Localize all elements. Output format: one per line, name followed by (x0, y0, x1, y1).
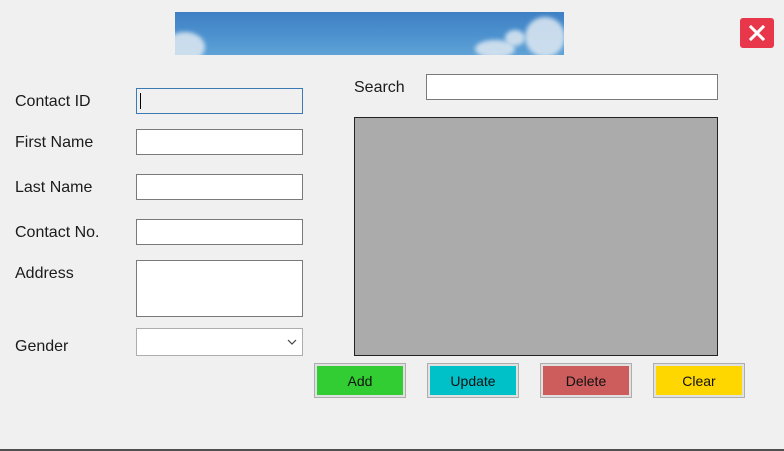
contact-no-input[interactable] (136, 219, 303, 245)
contact-id-label: Contact ID (15, 93, 91, 110)
first-name-input[interactable] (136, 129, 303, 155)
clear-button-label: Clear (656, 366, 742, 395)
search-label: Search (354, 79, 405, 96)
address-textarea[interactable] (136, 260, 303, 317)
delete-button[interactable]: Delete (540, 363, 632, 398)
last-name-label: Last Name (15, 179, 93, 196)
contact-no-label: Contact No. (15, 224, 100, 241)
header-banner-image (175, 12, 564, 55)
clear-button[interactable]: Clear (653, 363, 745, 398)
search-input[interactable] (426, 74, 718, 100)
add-button[interactable]: Add (314, 363, 406, 398)
gender-label: Gender (15, 338, 69, 355)
address-label: Address (15, 265, 74, 282)
gender-select[interactable] (136, 328, 303, 356)
last-name-input[interactable] (136, 174, 303, 200)
first-name-label: First Name (15, 134, 94, 151)
update-button-label: Update (430, 366, 516, 395)
close-icon (749, 25, 765, 41)
contact-id-input[interactable] (136, 88, 303, 114)
delete-button-label: Delete (543, 366, 629, 395)
add-button-label: Add (317, 366, 403, 395)
update-button[interactable]: Update (427, 363, 519, 398)
close-button[interactable] (740, 18, 774, 48)
contacts-data-grid[interactable] (354, 117, 718, 356)
text-caret (140, 93, 141, 109)
chevron-down-icon (287, 339, 297, 345)
